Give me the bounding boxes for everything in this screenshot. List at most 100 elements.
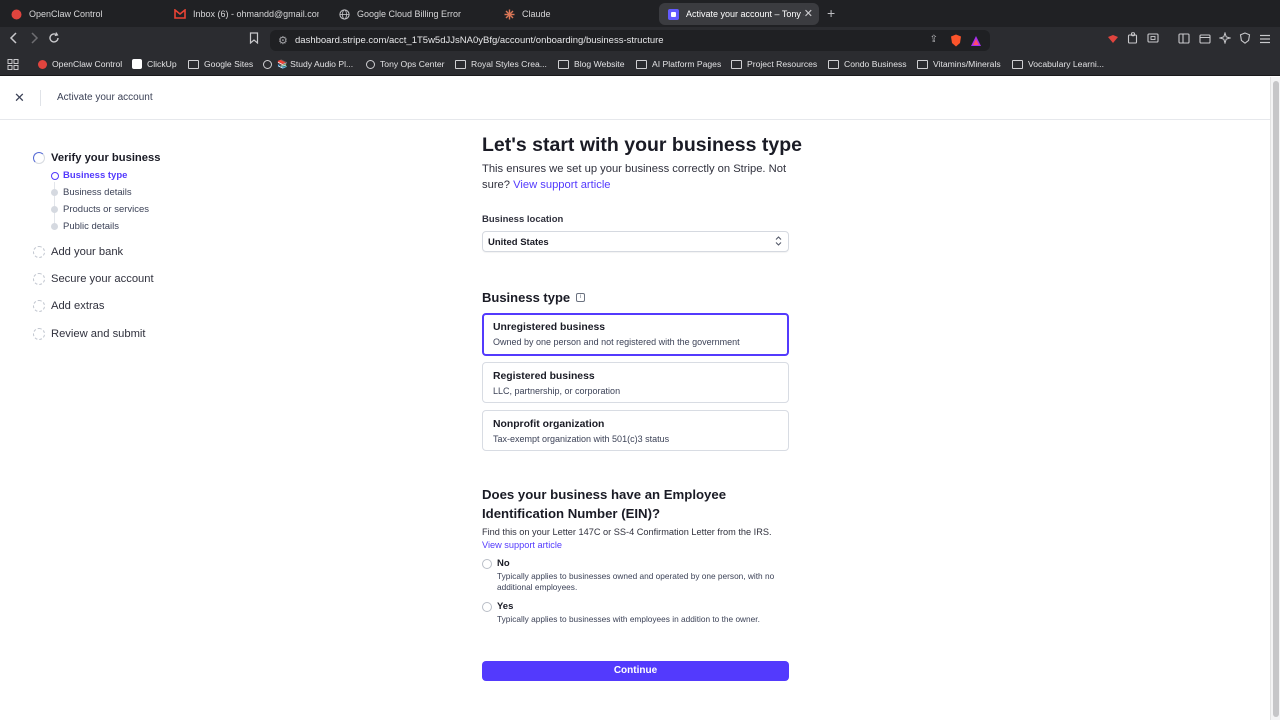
reload-icon[interactable] — [46, 32, 62, 47]
tab-claude[interactable]: Claude — [503, 3, 643, 25]
claude-icon — [503, 8, 515, 20]
bookmark-royal-styles[interactable]: Royal Styles Crea... — [455, 59, 547, 69]
bookmark-tony-ops[interactable]: Tony Ops Center — [366, 59, 444, 69]
pending-step-dot — [51, 206, 58, 213]
bookmark-vitamins[interactable]: Vitamins/Minerals — [917, 59, 1001, 69]
bookmark-clickup[interactable]: ClickUp — [132, 59, 177, 69]
bookmark-ai-platform[interactable]: AI Platform Pages — [636, 59, 721, 69]
bookmark-study-audio[interactable]: 📚 Study Audio Pl... — [263, 59, 353, 70]
brave-shield-toolbar-icon[interactable] — [1237, 32, 1253, 47]
site-settings-icon[interactable]: ⚙ — [278, 34, 288, 47]
globe-icon — [366, 59, 375, 69]
wallet-card-icon[interactable] — [1197, 32, 1213, 47]
form-heading: Let's start with your business type — [482, 134, 802, 156]
globe-icon — [338, 8, 350, 20]
globe-icon — [263, 60, 272, 69]
info-icon[interactable]: i — [576, 293, 586, 302]
bookmark-blog-website[interactable]: Blog Website — [558, 59, 624, 69]
in-progress-icon — [33, 152, 45, 164]
apps-grid-icon[interactable] — [7, 59, 19, 70]
support-article-link[interactable]: View support article — [513, 179, 610, 191]
bookmark-project-resources[interactable]: Project Resources — [731, 59, 817, 69]
ein-help-text: Find this on your Letter 147C or SS-4 Co… — [482, 527, 772, 550]
option-unregistered-business[interactable]: Unregistered business Owned by one perso… — [482, 313, 789, 356]
business-location-value: United States — [488, 237, 549, 248]
tab-gmail[interactable]: Inbox (6) - ohmandd@gmail.com - — [174, 3, 319, 25]
header-divider — [40, 90, 41, 106]
tab-google-cloud[interactable]: Google Cloud Billing Error — [338, 3, 488, 25]
brave-shield-icon[interactable] — [950, 34, 962, 52]
business-location-label: Business location — [482, 214, 564, 225]
scrollbar-thumb[interactable] — [1273, 81, 1279, 717]
close-tab-icon[interactable]: ✕ — [804, 7, 813, 20]
select-chevron-icon — [775, 235, 782, 247]
vpn-icon[interactable] — [1105, 32, 1121, 47]
browser-toolbar: ⚙ dashboard.stripe.com/acct_1T5w5dJJsNA0… — [0, 27, 1280, 54]
folder-icon — [1012, 59, 1023, 69]
openclaw-icon — [10, 8, 22, 20]
substep-public-details[interactable]: Public details — [51, 221, 119, 232]
browser-tab-strip: OpenClaw Control Inbox (6) - ohmandd@gma… — [0, 0, 1280, 27]
bookmark-openclaw[interactable]: OpenClaw Control — [38, 59, 122, 69]
bookmarks-bar: OpenClaw Control ClickUp Google Sites 📚 … — [0, 54, 1280, 76]
substep-products-services[interactable]: Products or services — [51, 204, 149, 215]
wallet-icon[interactable] — [1145, 32, 1161, 47]
step-review-submit[interactable]: Review and submit — [33, 328, 146, 340]
substep-business-type[interactable]: Business type — [51, 170, 127, 181]
form-intro: This ensures we set up your business cor… — [482, 163, 787, 191]
radio-no[interactable] — [482, 559, 492, 569]
option-nonprofit-organization[interactable]: Nonprofit organization Tax-exempt organi… — [482, 410, 789, 451]
substep-business-details[interactable]: Business details — [51, 187, 132, 198]
menu-icon[interactable] — [1257, 32, 1273, 47]
business-type-heading: Business type i — [482, 290, 586, 305]
pending-step-dot — [51, 223, 58, 230]
brave-rewards-icon[interactable] — [970, 34, 982, 52]
address-bar[interactable]: ⚙ dashboard.stripe.com/acct_1T5w5dJJsNA0… — [270, 30, 990, 51]
close-onboarding-button[interactable]: ✕ — [14, 90, 25, 106]
clickup-icon — [132, 59, 142, 69]
folder-icon — [455, 59, 466, 69]
page-scrollbar[interactable] — [1270, 77, 1280, 720]
bookmark-google-sites[interactable]: Google Sites — [188, 59, 253, 69]
pending-step-icon — [33, 300, 45, 312]
ein-support-article-link[interactable]: View support article — [482, 540, 562, 550]
page-header: ✕ Activate your account — [0, 77, 1270, 120]
forward-icon[interactable] — [26, 32, 42, 47]
bookmark-vocabulary[interactable]: Vocabulary Learni... — [1012, 59, 1104, 69]
pending-step-icon — [33, 246, 45, 258]
bookmark-condo-business[interactable]: Condo Business — [828, 59, 907, 69]
active-step-icon — [51, 171, 59, 180]
step-add-bank[interactable]: Add your bank — [33, 246, 123, 258]
radio-yes[interactable] — [482, 602, 492, 612]
folder-icon — [558, 59, 569, 69]
gmail-icon — [174, 8, 186, 20]
ein-heading: Does your business have an Employee Iden… — [482, 487, 727, 521]
leo-ai-icon[interactable] — [1217, 31, 1233, 47]
step-secure-account[interactable]: Secure your account — [33, 273, 154, 285]
share-icon[interactable]: ⇪ — [930, 34, 938, 45]
folder-icon — [828, 59, 839, 69]
url-text: dashboard.stripe.com/acct_1T5w5dJJsNA0yB… — [295, 35, 664, 46]
step-verify-business[interactable]: Verify your business — [33, 152, 160, 164]
openclaw-icon — [38, 59, 47, 69]
continue-button[interactable]: Continue — [482, 661, 789, 681]
back-icon[interactable] — [6, 32, 22, 47]
folder-icon — [917, 59, 928, 69]
option-registered-business[interactable]: Registered business LLC, partnership, or… — [482, 362, 789, 403]
step-add-extras[interactable]: Add extras — [33, 300, 104, 312]
folder-icon — [731, 59, 742, 69]
business-location-select[interactable]: United States — [482, 231, 789, 252]
pending-step-dot — [51, 189, 58, 196]
sidebar-icon[interactable] — [1176, 32, 1192, 47]
stripe-icon — [667, 8, 679, 20]
new-tab-button[interactable]: + — [827, 5, 835, 21]
pending-step-icon — [33, 328, 45, 340]
folder-icon — [636, 59, 647, 69]
tab-stripe-active[interactable]: Activate your account – Tony ( ✕ — [659, 3, 819, 25]
page-title: Activate your account — [57, 92, 153, 103]
tab-openclaw[interactable]: OpenClaw Control — [10, 3, 160, 25]
bookmark-icon[interactable] — [246, 32, 262, 47]
extensions-icon[interactable] — [1125, 32, 1141, 47]
folder-icon — [188, 59, 199, 69]
pending-step-icon — [33, 273, 45, 285]
